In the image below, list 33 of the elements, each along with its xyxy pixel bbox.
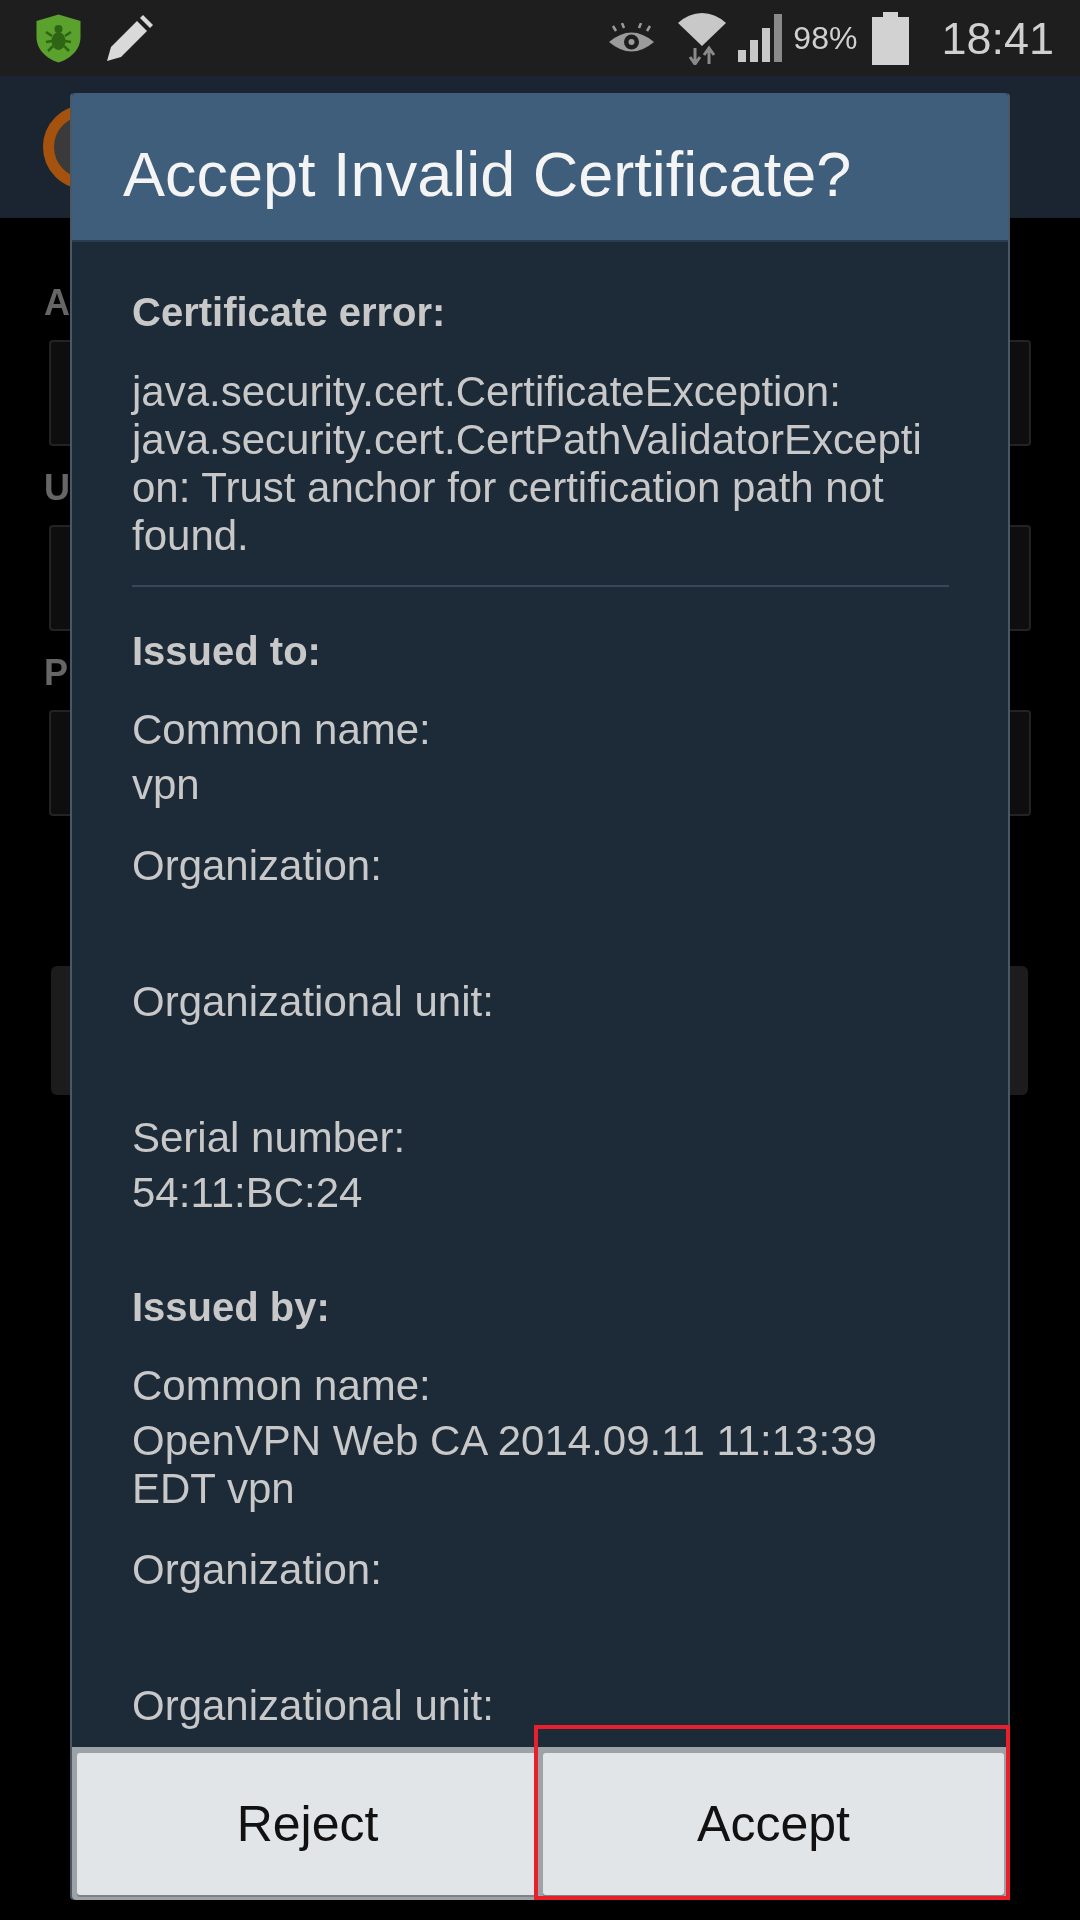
input-field-edge[interactable] — [49, 525, 70, 631]
section-heading: Issued by: — [132, 1284, 330, 1331]
field-label: Organizational unit: — [132, 1682, 494, 1730]
battery-percentage: 98% — [793, 22, 858, 54]
clock-time: 18:41 — [941, 15, 1054, 61]
button-edge[interactable] — [51, 966, 70, 1095]
input-field-edge[interactable] — [49, 340, 70, 446]
battery-icon — [872, 11, 910, 65]
input-field-edge[interactable] — [1010, 340, 1031, 446]
field-label: Serial number: — [132, 1114, 406, 1162]
shield-icon — [36, 13, 81, 63]
field-value: OpenVPN Web CA 2014.09.11 11:13:39 EDT vpn — [132, 1417, 878, 1513]
field-value: vpn — [132, 761, 201, 809]
field-label: Organization: — [132, 1546, 382, 1594]
pencil-icon — [107, 15, 153, 61]
input-field-edge[interactable] — [49, 710, 70, 816]
dialog-button[interactable]: Accept — [543, 1753, 1004, 1895]
input-field-edge[interactable] — [1010, 525, 1031, 631]
error-message: java.security.cert.CertificateException: java.security.cert.CertPathValidatorException: Trust anchor for certification path not found. — [132, 368, 923, 560]
eye-icon — [608, 22, 656, 54]
wifi-icon — [677, 11, 728, 65]
section-heading: Issued to: — [132, 628, 321, 675]
field-label: Common name: — [132, 706, 431, 754]
field-value: 54:11:BC:24 — [132, 1169, 364, 1217]
field-label: A — [44, 281, 70, 325]
input-field-edge[interactable] — [1010, 710, 1031, 816]
field-label: P — [44, 651, 68, 695]
field-label: Common name: — [132, 1362, 431, 1410]
button-edge[interactable] — [1010, 966, 1028, 1095]
field-label: U — [44, 466, 70, 510]
field-label: Organization: — [132, 842, 382, 890]
field-label: Organizational unit: — [132, 978, 494, 1026]
section-heading: Certificate error: — [132, 289, 446, 336]
